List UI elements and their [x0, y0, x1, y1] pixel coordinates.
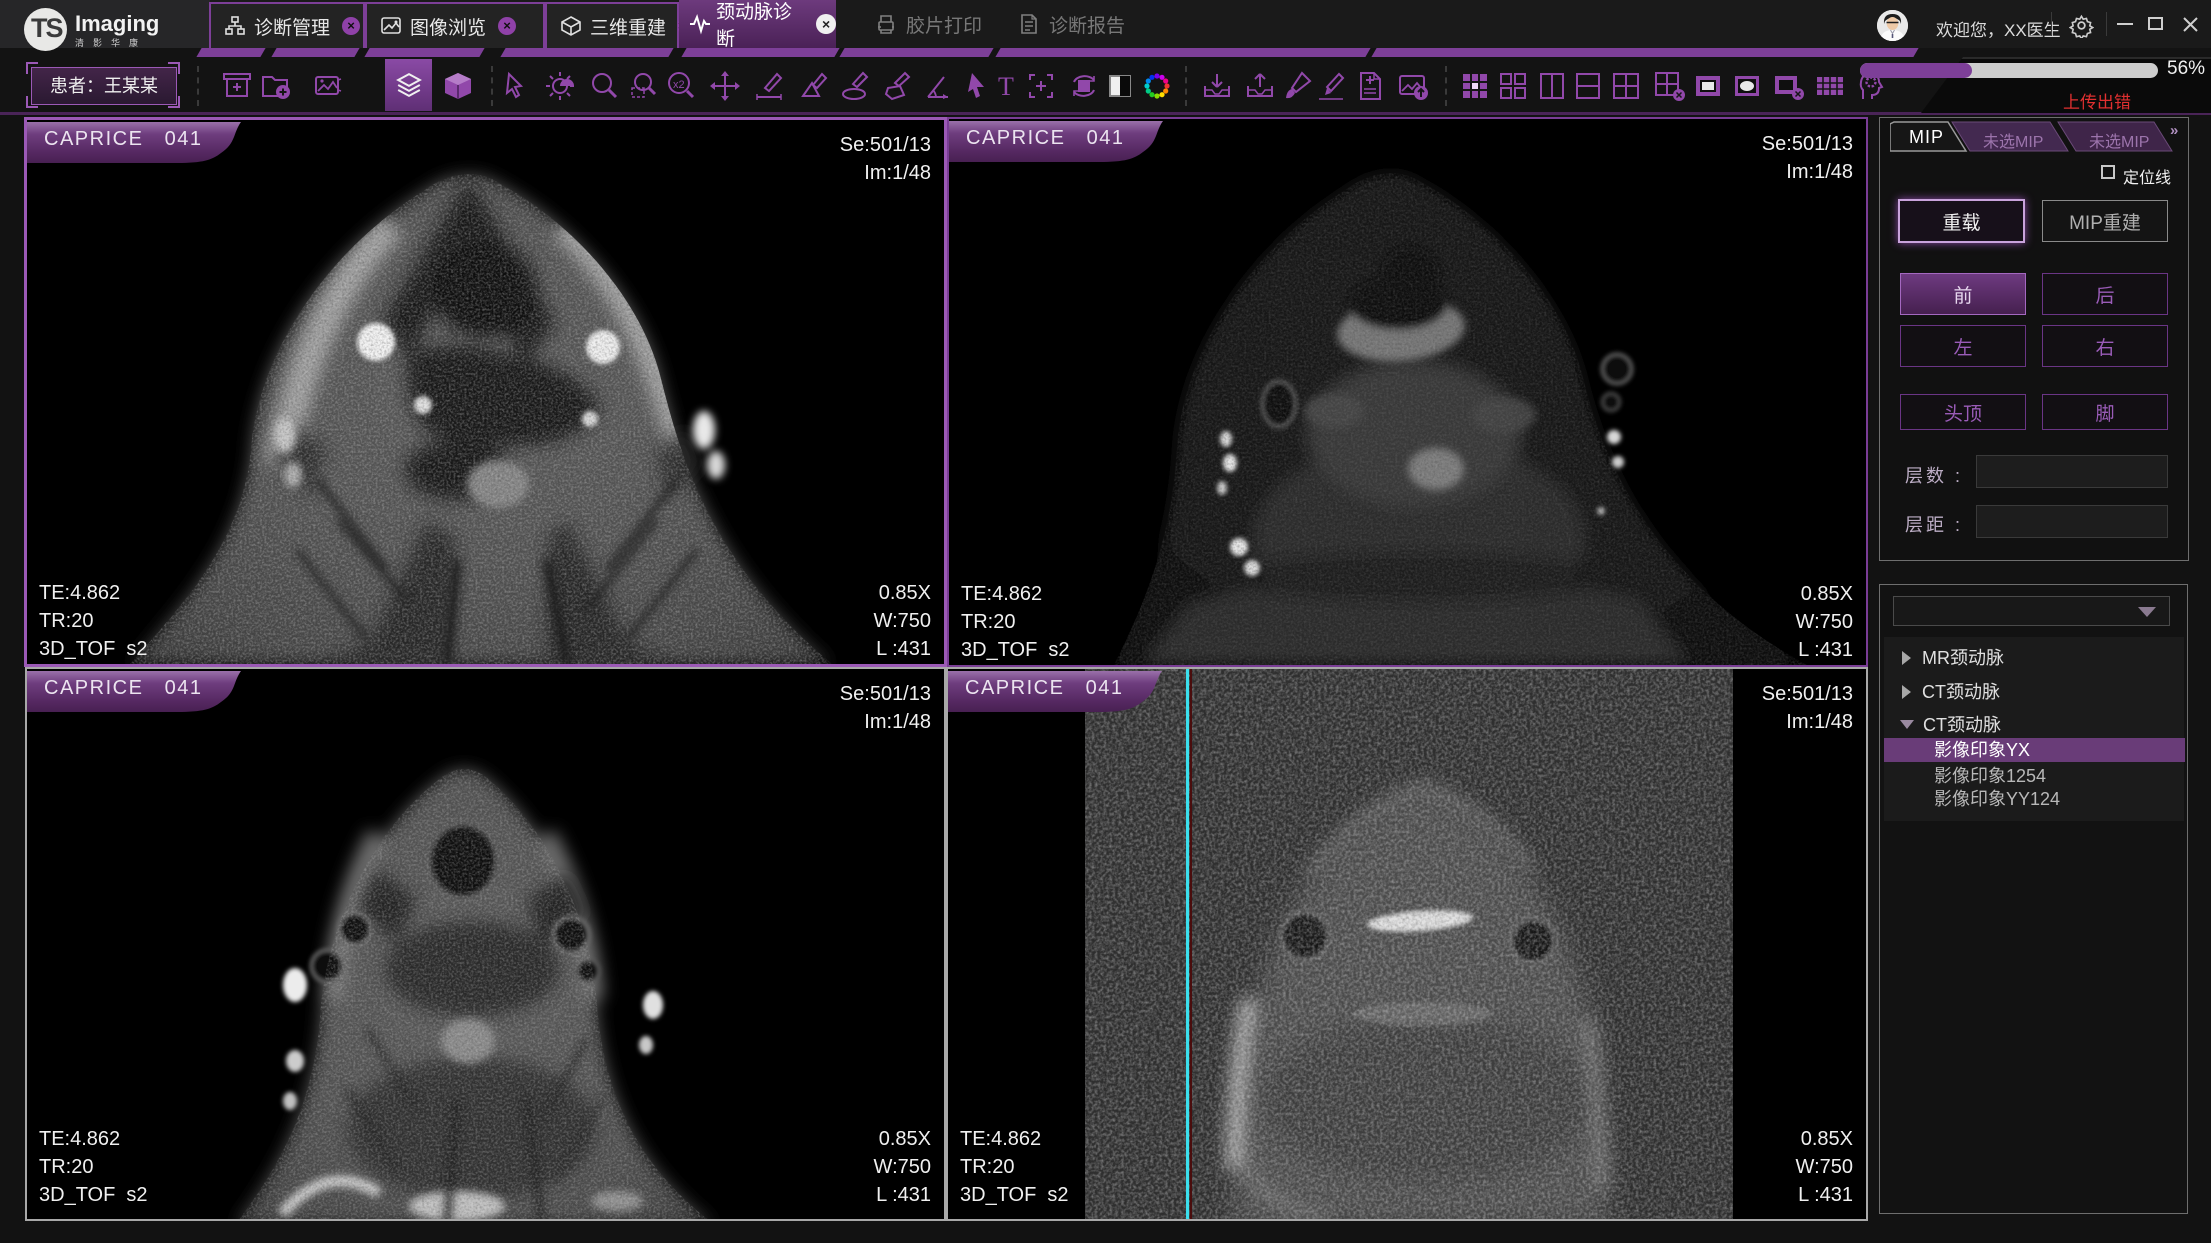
svg-text:T: T — [998, 72, 1014, 101]
svg-text:x2: x2 — [673, 79, 685, 91]
